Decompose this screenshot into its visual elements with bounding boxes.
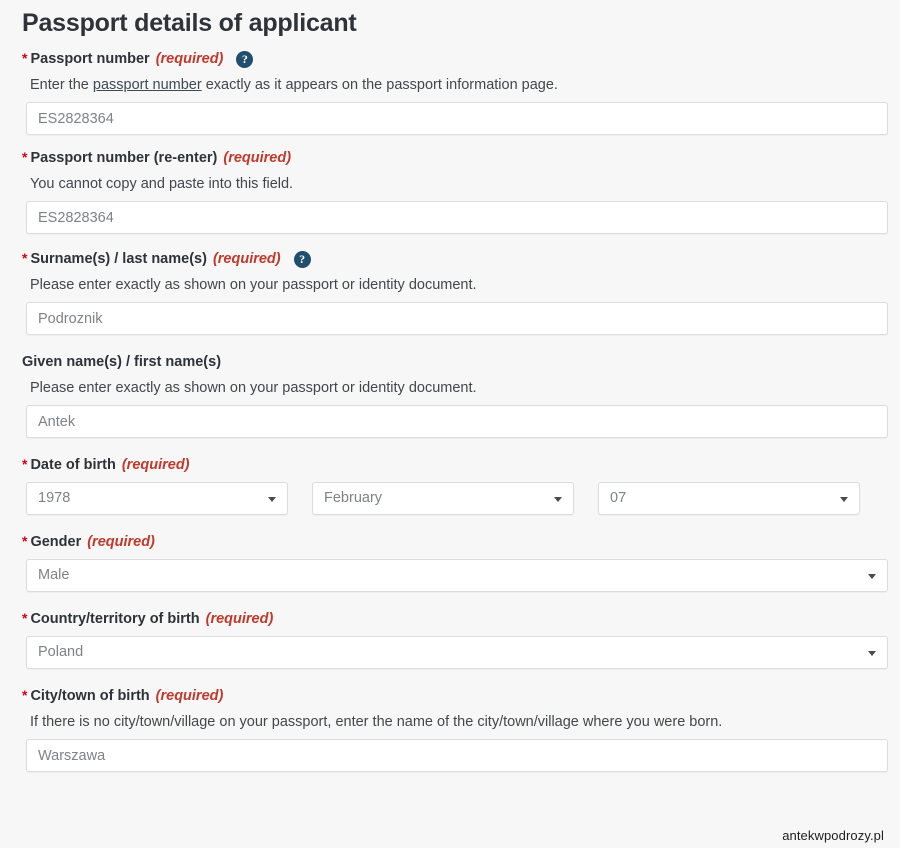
label-given-name: Given name(s) / first name(s) bbox=[22, 353, 885, 371]
required-tag: (required) bbox=[223, 150, 292, 166]
required-asterisk: * bbox=[22, 50, 28, 66]
field-country-of-birth: * Country/territory of birth (required) … bbox=[22, 610, 888, 669]
hint-city-of-birth: If there is no city/town/village on your… bbox=[30, 714, 723, 730]
passport-details-form: Passport details of applicant * Passport… bbox=[0, 0, 900, 848]
field-passport-number-reenter: * Passport number (re-enter) (required) … bbox=[22, 149, 888, 234]
label-text: Gender bbox=[30, 534, 82, 550]
label-text: Passport number bbox=[30, 51, 150, 67]
field-passport-number: * Passport number (required) ? Enter the… bbox=[22, 50, 888, 135]
label-text: Date of birth bbox=[30, 457, 116, 473]
site-watermark: antekwpodrozy.pl bbox=[782, 828, 884, 843]
required-asterisk: * bbox=[22, 687, 28, 703]
passport-number-input[interactable] bbox=[26, 102, 888, 135]
hint-passport-number: Enter the passport number exactly as it … bbox=[22, 76, 885, 94]
required-asterisk: * bbox=[22, 533, 28, 549]
label-date-of-birth: * Date of birth (required) bbox=[22, 456, 885, 474]
help-icon[interactable]: ? bbox=[293, 250, 311, 268]
hint-passport-number-reenter: You cannot copy and paste into this fiel… bbox=[30, 176, 294, 192]
passport-number-link[interactable]: passport number bbox=[93, 77, 202, 93]
help-icon[interactable]: ? bbox=[236, 50, 254, 68]
question-mark-glyph: ? bbox=[299, 251, 306, 266]
required-tag: (required) bbox=[155, 51, 224, 67]
required-tag: (required) bbox=[155, 688, 224, 704]
required-tag: (required) bbox=[212, 251, 281, 267]
label-passport-number: * Passport number (required) ? bbox=[22, 50, 885, 68]
required-asterisk: * bbox=[22, 610, 28, 626]
label-country-of-birth: * Country/territory of birth (required) bbox=[22, 610, 885, 628]
birth-year-select[interactable]: 1978 bbox=[26, 482, 288, 515]
hint-surname: Please enter exactly as shown on your pa… bbox=[30, 277, 477, 293]
date-of-birth-row: 1978 February 07 bbox=[26, 482, 885, 515]
surname-input[interactable] bbox=[26, 302, 888, 335]
required-asterisk: * bbox=[22, 149, 28, 165]
label-gender: * Gender (required) bbox=[22, 533, 885, 551]
hint-text-after: exactly as it appears on the passport in… bbox=[201, 77, 558, 93]
field-date-of-birth: * Date of birth (required) 1978 February… bbox=[22, 456, 885, 515]
label-city-of-birth: * City/town of birth (required) bbox=[22, 687, 885, 705]
required-tag: (required) bbox=[87, 534, 155, 550]
page-title: Passport details of applicant bbox=[22, 9, 357, 37]
required-asterisk: * bbox=[22, 456, 28, 472]
field-given-name: Given name(s) / first name(s) Please ent… bbox=[22, 353, 888, 438]
question-mark-glyph: ? bbox=[241, 51, 248, 66]
birth-month-select[interactable]: February bbox=[312, 482, 574, 515]
city-of-birth-input[interactable] bbox=[26, 739, 888, 772]
hint-text-before: Enter the bbox=[30, 77, 93, 93]
label-text: Given name(s) / first name(s) bbox=[22, 354, 222, 370]
field-city-of-birth: * City/town of birth (required) If there… bbox=[22, 687, 888, 772]
required-tag: (required) bbox=[121, 457, 190, 473]
field-surname: * Surname(s) / last name(s) (required) ?… bbox=[22, 250, 888, 335]
given-name-input[interactable] bbox=[26, 405, 888, 438]
label-text: Country/territory of birth bbox=[30, 611, 200, 627]
label-text: Passport number (re-enter) bbox=[30, 150, 218, 166]
required-tag: (required) bbox=[205, 611, 274, 627]
birth-day-select[interactable]: 07 bbox=[598, 482, 860, 515]
gender-select[interactable]: Male bbox=[26, 559, 888, 592]
label-text: Surname(s) / last name(s) bbox=[30, 251, 207, 267]
hint-given-name: Please enter exactly as shown on your pa… bbox=[30, 380, 477, 396]
label-passport-number-reenter: * Passport number (re-enter) (required) bbox=[22, 149, 885, 167]
passport-number-reenter-input[interactable] bbox=[26, 201, 888, 234]
required-asterisk: * bbox=[22, 250, 28, 266]
label-surname: * Surname(s) / last name(s) (required) ? bbox=[22, 250, 885, 268]
label-text: City/town of birth bbox=[30, 688, 150, 704]
field-gender: * Gender (required) Male bbox=[22, 533, 888, 592]
country-of-birth-select[interactable]: Poland bbox=[26, 636, 888, 669]
